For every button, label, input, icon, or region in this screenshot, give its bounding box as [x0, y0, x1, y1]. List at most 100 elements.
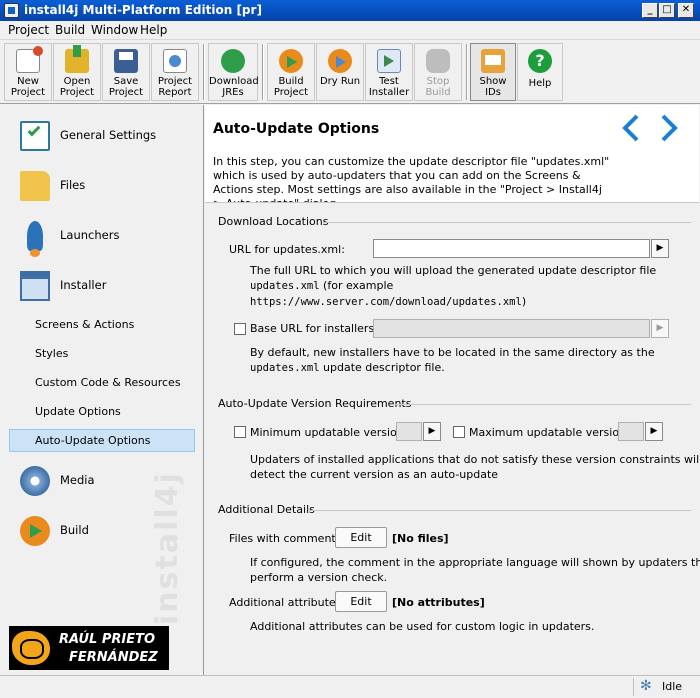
sidebar-item-files[interactable]: Files — [0, 161, 203, 209]
stop-build-button[interactable]: Stop Build — [414, 43, 462, 101]
menu-project[interactable]: Project — [8, 23, 49, 37]
section-divider — [395, 404, 691, 405]
max-version-dropdown-button[interactable]: ▶ — [645, 422, 663, 441]
version-help-text: Updaters of installed applications that … — [250, 452, 700, 482]
show-ids-icon — [481, 49, 505, 73]
sidebar: General Settings Files Launchers Install… — [0, 105, 204, 675]
toolbar-label: Show IDs — [479, 76, 507, 98]
section-download-locations: Download Locations — [218, 215, 329, 228]
toolbar-label: Stop Build — [425, 76, 451, 98]
base-url-help-text: By default, new installers have to be lo… — [250, 345, 655, 376]
sidebar-subitem-styles[interactable]: Styles — [35, 347, 68, 360]
status-text: Idle — [662, 680, 683, 693]
toolbar-label: New Project — [10, 76, 46, 98]
toolbar-separator — [466, 44, 468, 100]
project-report-icon — [163, 49, 187, 73]
new-project-icon — [16, 46, 43, 73]
sidebar-subitem-auto-update-options[interactable]: Auto-Update Options — [35, 434, 151, 447]
build-project-button[interactable]: Build Project — [267, 43, 315, 101]
logo-line-2: FERNÁNDEZ — [69, 650, 158, 665]
folder-icon — [20, 171, 50, 201]
edit-attributes-button[interactable]: Edit — [335, 591, 387, 612]
minimize-button[interactable]: _ — [642, 3, 658, 18]
sidebar-item-label: Launchers — [60, 228, 120, 242]
menu-window[interactable]: Window — [91, 23, 138, 37]
min-version-checkbox[interactable] — [234, 426, 246, 438]
download-jres-button[interactable]: Download JREs — [208, 43, 259, 101]
help-line: By default, new installers have to be lo… — [250, 346, 655, 359]
attributes-help-text: Additional attributes can be used for cu… — [250, 619, 594, 634]
toolbar-label: Test Installer — [368, 76, 410, 98]
section-divider — [309, 510, 691, 511]
help-line: (for example — [323, 279, 394, 292]
sidebar-item-installer[interactable]: Installer — [0, 261, 203, 309]
min-version-dropdown-button[interactable]: ▶ — [423, 422, 441, 441]
test-installer-button[interactable]: Test Installer — [365, 43, 413, 101]
comments-help-text: If configured, the comment in the approp… — [250, 555, 700, 585]
sidebar-subitem-screens-actions[interactable]: Screens & Actions — [35, 318, 134, 331]
rocket-icon — [27, 221, 43, 257]
sidebar-subitem-custom-code[interactable]: Custom Code & Resources — [35, 376, 181, 389]
help-line: detect the current version as an auto-up… — [250, 468, 499, 481]
back-arrow-icon[interactable] — [619, 113, 643, 143]
installer-window-icon — [20, 271, 50, 301]
test-installer-icon — [377, 49, 401, 73]
base-url-input[interactable] — [373, 319, 650, 338]
url-help-text: The full URL to which you will upload th… — [250, 263, 656, 310]
show-ids-button[interactable]: Show IDs — [470, 43, 516, 101]
help-line: Updaters of installed applications that … — [250, 453, 700, 466]
new-project-button[interactable]: New Project — [4, 43, 52, 101]
brain-logo-icon — [12, 631, 50, 665]
forward-arrow-icon[interactable] — [657, 113, 681, 143]
toolbar-label: Build Project — [273, 76, 309, 98]
sidebar-item-general-settings[interactable]: General Settings — [0, 111, 203, 159]
edit-comments-button[interactable]: Edit — [335, 527, 387, 548]
menu-bar: Project Build Window Help — [0, 21, 700, 40]
max-version-label: Maximum updatable version: — [469, 426, 630, 439]
build-gears-icon — [20, 516, 50, 546]
url-updates-dropdown-button[interactable]: ▶ — [651, 239, 669, 258]
section-version-requirements: Auto-Update Version Requirements — [218, 397, 412, 410]
maximize-button[interactable]: □ — [659, 3, 675, 18]
clipboard-check-icon — [20, 121, 50, 151]
toolbar-label: Open Project — [59, 76, 95, 98]
project-report-button[interactable]: Project Report — [151, 43, 199, 101]
toolbar-separator — [262, 44, 264, 100]
save-project-button[interactable]: Save Project — [102, 43, 150, 101]
menu-help[interactable]: Help — [140, 23, 167, 37]
dry-run-button[interactable]: Dry Run — [316, 43, 364, 101]
help-button[interactable]: ? Help — [517, 43, 563, 101]
help-code: updates.xml — [250, 280, 320, 292]
max-version-checkbox[interactable] — [453, 426, 465, 438]
main-content: Auto-Update Options In this step, you ca… — [205, 105, 700, 675]
sidebar-item-label: Media — [60, 473, 95, 487]
build-project-icon — [279, 49, 303, 73]
toolbar: New Project Open Project Save Project Pr… — [0, 40, 700, 104]
sidebar-item-launchers[interactable]: Launchers — [0, 211, 203, 259]
max-version-input[interactable] — [618, 422, 644, 441]
base-url-checkbox[interactable] — [234, 323, 246, 335]
attributes-value: [No attributes] — [392, 596, 485, 609]
base-url-dropdown-button[interactable]: ▶ — [651, 319, 669, 338]
min-version-input[interactable] — [396, 422, 422, 441]
additional-attributes-label: Additional attributes: — [229, 596, 346, 609]
page-description: In this step, you can customize the upda… — [213, 155, 610, 202]
help-code: updates.xml — [250, 362, 320, 374]
close-button[interactable]: ✕ — [678, 3, 694, 18]
dry-run-icon — [328, 49, 352, 73]
toolbar-label: Save Project — [108, 76, 144, 98]
url-updates-input[interactable] — [373, 239, 650, 258]
download-jres-icon — [221, 49, 245, 73]
sidebar-item-label: Files — [60, 178, 86, 192]
help-line: Additional attributes can be used for cu… — [250, 620, 595, 633]
comments-value: [No files] — [392, 532, 449, 545]
url-updates-label: URL for updates.xml: — [229, 243, 345, 256]
open-project-button[interactable]: Open Project — [53, 43, 101, 101]
toolbar-label: Download JREs — [209, 76, 259, 98]
base-url-label: Base URL for installers: — [250, 322, 378, 335]
status-gear-icon: ✻ — [640, 678, 652, 694]
sidebar-subitem-update-options[interactable]: Update Options — [35, 405, 121, 418]
menu-build[interactable]: Build — [55, 23, 85, 37]
section-additional-details: Additional Details — [218, 503, 315, 516]
logo-line-1: RAÚL PRIETO — [59, 632, 156, 647]
